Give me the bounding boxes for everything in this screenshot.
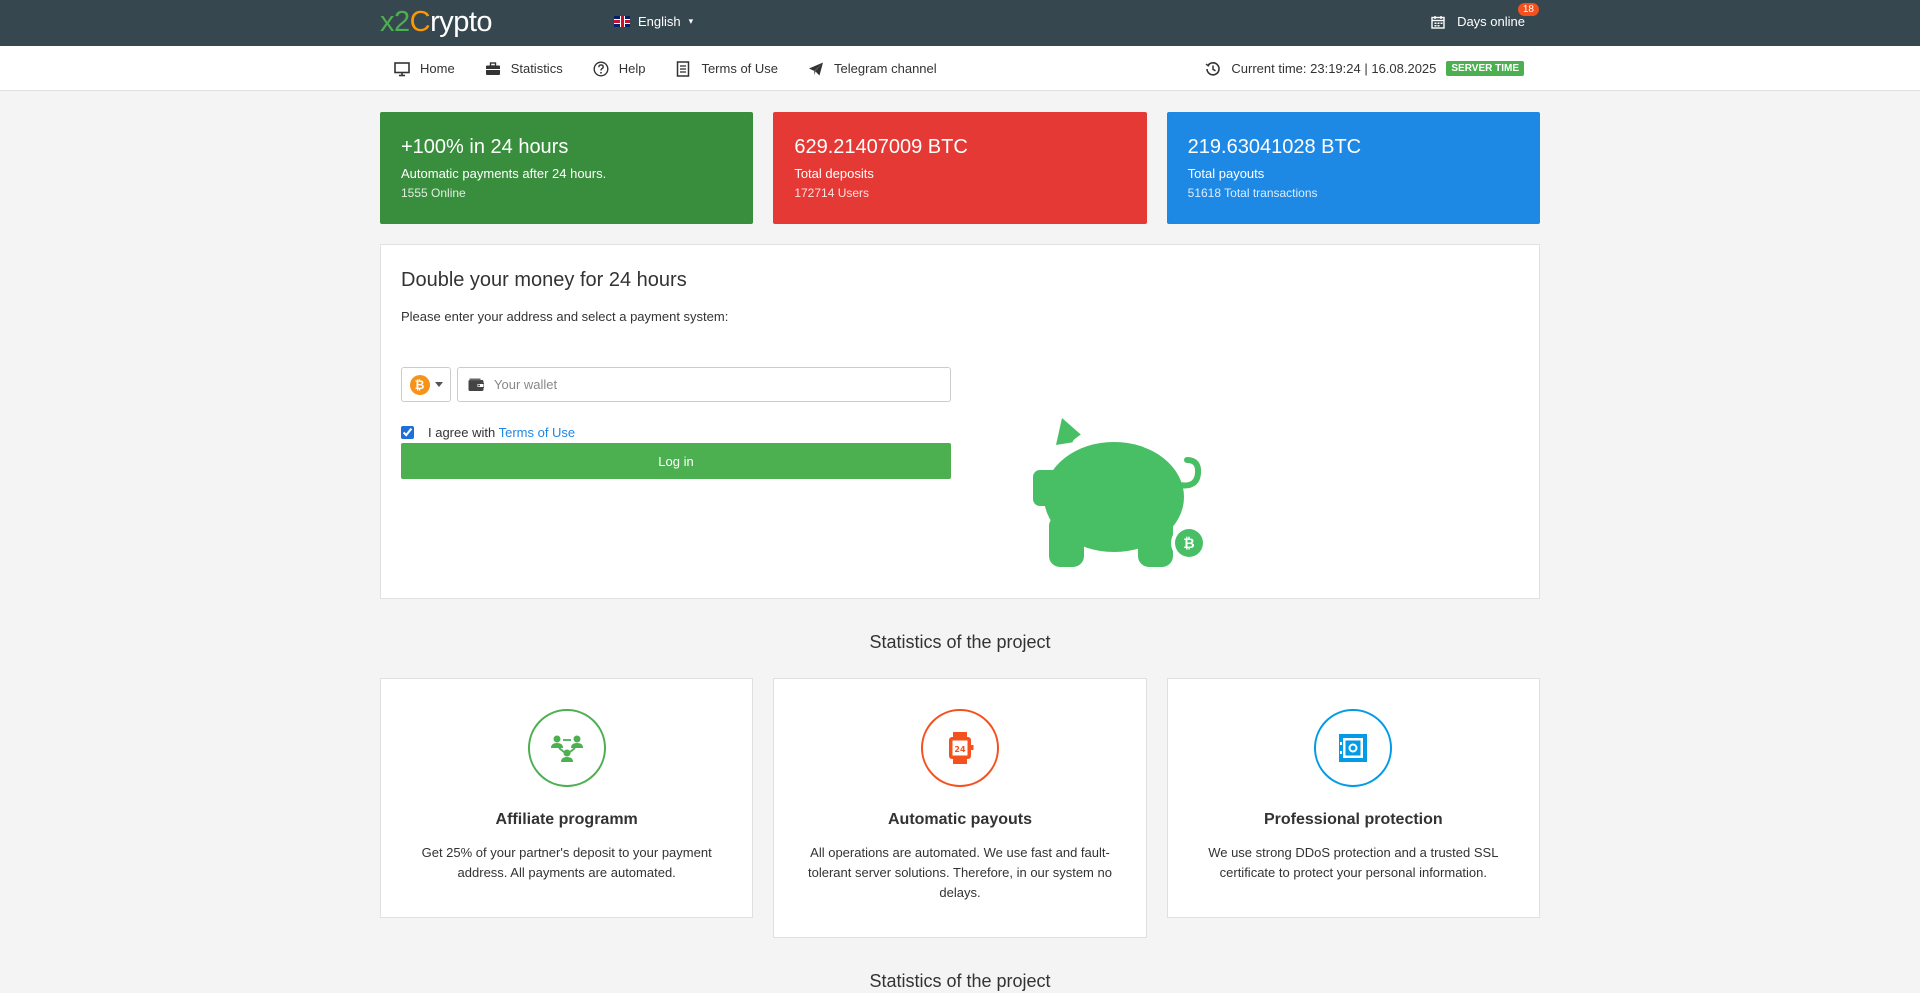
affiliate-network-icon — [550, 735, 583, 762]
top-bar: x2Crypto English ▾ Days online 18 — [0, 0, 1920, 46]
nav-bar: Home Statistics Help Terms of Use Telegr… — [0, 46, 1920, 91]
nav-home[interactable]: Home — [394, 61, 455, 77]
payment-system-select[interactable]: ₿ — [401, 367, 451, 402]
wallet-field — [457, 367, 951, 402]
feature-title: Affiliate programm — [495, 811, 638, 828]
login-button[interactable]: Log in — [401, 443, 951, 479]
feature-title: Automatic payouts — [887, 811, 1032, 828]
panel-subtitle: Please enter your address and select a p… — [401, 309, 729, 324]
server-time-badge: SERVER TIME — [1446, 61, 1524, 76]
piggy-bank-illustration: ₿ — [1033, 418, 1207, 567]
briefcase-icon — [485, 61, 500, 75]
card-profit: +100% in 24 hours Automatic payments aft… — [380, 112, 754, 224]
clock-history-icon — [1205, 61, 1221, 76]
calendar-icon — [1431, 15, 1445, 29]
language-label: English — [638, 14, 681, 29]
caret-down-icon — [434, 382, 443, 387]
feature-text: All operations are automated. We use fas… — [808, 845, 1112, 900]
bitcoin-icon: ₿ — [409, 374, 430, 395]
feature-protection: Professional protection We use strong DD… — [1166, 678, 1540, 918]
wallet-icon — [468, 378, 484, 391]
document-icon — [677, 60, 690, 77]
agree-label: I agree with — [428, 425, 496, 440]
monitor-icon — [394, 61, 410, 76]
feature-affiliate: Affiliate programm Get 25% of your partn… — [380, 678, 754, 918]
card-deposits: 629.21407009 BTC Total deposits 172714 U… — [773, 112, 1147, 224]
nav-help[interactable]: Help — [593, 60, 645, 77]
terms-link[interactable]: Terms of Use — [499, 425, 576, 440]
days-online[interactable]: Days online 18 — [1431, 3, 1539, 29]
features-row: Affiliate programm Get 25% of your partn… — [380, 678, 1540, 938]
logo[interactable]: x2Crypto — [380, 6, 493, 39]
days-online-count: 18 — [1517, 3, 1539, 16]
deposit-panel: Double your money for 24 hours Please en… — [380, 244, 1540, 599]
question-circle-icon — [593, 60, 609, 77]
statistics-heading: Statistics of the project — [869, 632, 1051, 652]
summary-cards: +100% in 24 hours Automatic payments aft… — [380, 112, 1540, 224]
agree-checkbox[interactable] — [401, 426, 414, 439]
feature-payouts: 24 Automatic payouts All operations are … — [773, 678, 1147, 938]
24h-watch-icon: 24 — [948, 732, 974, 764]
chevron-down-icon: ▾ — [688, 16, 694, 26]
server-clock: Current time: 23:19:24 | 16.08.2025 SERV… — [1205, 46, 1524, 91]
nav-statistics[interactable]: Statistics — [485, 61, 563, 77]
safe-icon — [1339, 734, 1368, 762]
wallet-input[interactable] — [494, 377, 950, 392]
svg-text:24: 24 — [954, 745, 966, 754]
uk-flag-icon — [614, 16, 630, 27]
card-payouts: 219.63041028 BTC Total payouts 51618 Tot… — [1166, 112, 1540, 224]
statistics-heading-2: Statistics of the project — [869, 971, 1051, 991]
feature-title: Professional protection — [1263, 811, 1443, 828]
language-selector[interactable]: English ▾ — [614, 14, 693, 29]
nav-terms[interactable]: Terms of Use — [675, 60, 778, 77]
svg-text:₿: ₿ — [1183, 536, 1194, 552]
paper-plane-icon — [809, 62, 824, 75]
terms-agreement: I agree with Terms of Use — [401, 425, 575, 440]
feature-text: Get 25% of your partner's deposit to you… — [421, 845, 712, 880]
nav-telegram[interactable]: Telegram channel — [808, 61, 937, 77]
feature-text: We use strong DDoS protection and a trus… — [1208, 845, 1499, 880]
panel-title: Double your money for 24 hours — [401, 269, 687, 291]
days-online-label: Days online — [1457, 14, 1525, 29]
current-time: Current time: 23:19:24 | 16.08.2025 — [1231, 61, 1437, 76]
